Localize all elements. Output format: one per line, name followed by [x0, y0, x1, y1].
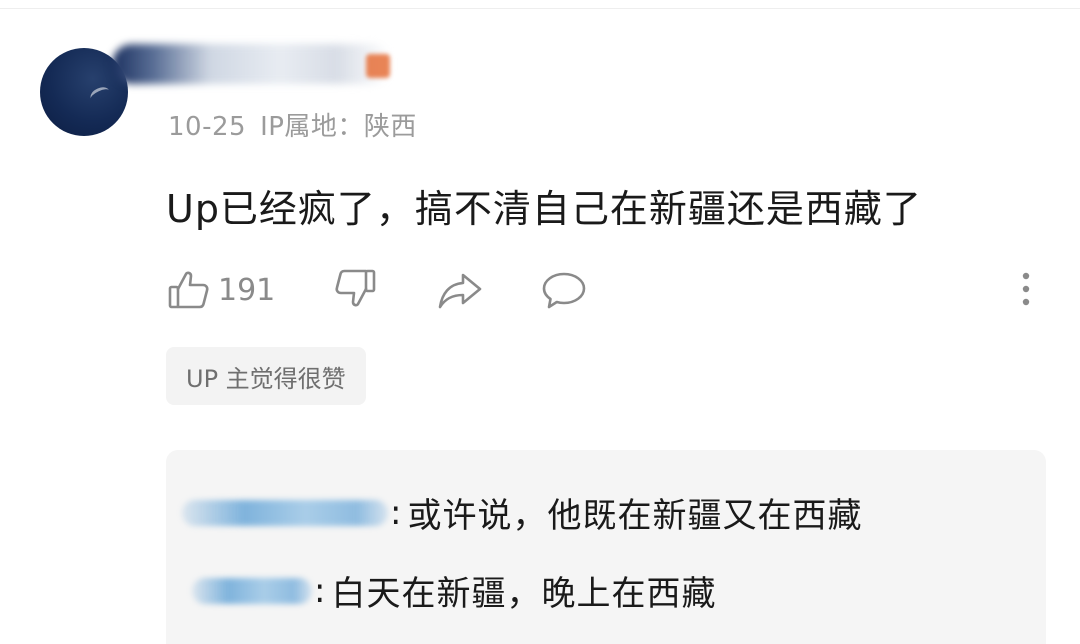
reply-preview-box[interactable]: : 或许说，他既在新疆又在西藏 : 白天在新疆，晚上在西藏: [166, 450, 1046, 644]
top-divider: [0, 8, 1080, 9]
reply-button[interactable]: [540, 267, 588, 313]
up-liked-badge: UP 主觉得很赞: [166, 347, 366, 405]
comment-meta: 10-25 IP属地：陕西: [168, 106, 431, 143]
comment-text: Up已经疯了，搞不清自己在新疆还是西藏了: [166, 187, 922, 231]
reply-item[interactable]: : 或许说，他既在新疆又在西藏: [182, 488, 862, 537]
reply-separator: :: [314, 570, 326, 611]
reply-separator: :: [390, 492, 402, 533]
thumbs-down-icon: [332, 267, 378, 313]
share-button[interactable]: [436, 267, 540, 313]
comment-page: 10-25 IP属地：陕西 Up已经疯了，搞不清自己在新疆还是西藏了 191 U…: [0, 0, 1080, 644]
like-button[interactable]: 191: [166, 267, 332, 313]
reply-username-redacted[interactable]: [182, 499, 388, 526]
thumbs-up-icon: [166, 267, 212, 313]
reply-item[interactable]: : 白天在新疆，晚上在西藏: [182, 566, 716, 615]
reply-username-redacted[interactable]: [192, 577, 312, 604]
comment-date: 10-25: [168, 112, 247, 142]
like-count: 191: [218, 272, 276, 308]
reply-text: 或许说，他既在新疆又在西藏: [407, 496, 863, 536]
comment-bubble-icon: [540, 267, 588, 313]
username-redacted[interactable]: [112, 44, 392, 84]
avatar-mark: [88, 84, 112, 105]
reply-text: 白天在新疆，晚上在西藏: [331, 574, 717, 614]
dislike-button[interactable]: [332, 267, 436, 313]
comment-actions: 191: [166, 266, 588, 314]
username-badge-redacted: [366, 54, 390, 78]
share-icon: [436, 267, 484, 313]
comment-ip-location: IP属地：陕西: [260, 112, 417, 142]
more-vertical-icon[interactable]: [1016, 270, 1036, 310]
